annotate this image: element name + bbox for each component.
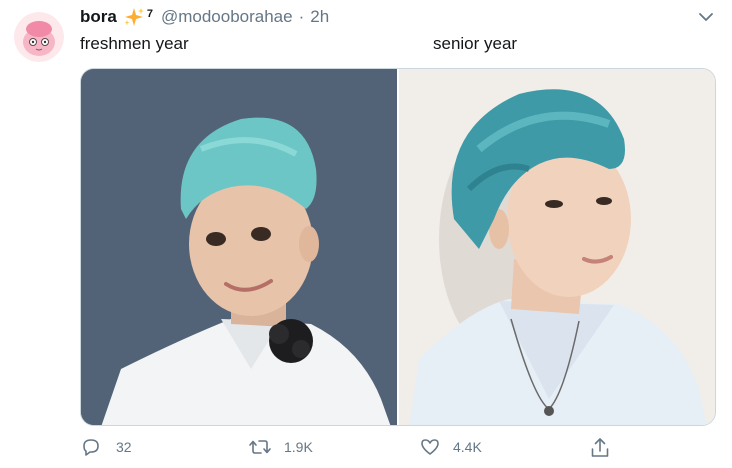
- tweet-header: bora 7 @modooborahae · 2h: [80, 5, 329, 29]
- reply-button[interactable]: 32: [80, 436, 132, 458]
- like-button[interactable]: 4.4K: [419, 436, 482, 458]
- separator-dot: ·: [298, 7, 305, 26]
- avatar-image: [14, 12, 64, 62]
- photo-left[interactable]: [81, 69, 397, 425]
- chevron-down-icon[interactable]: [697, 10, 715, 24]
- tweet-actions: 32 1.9K 4.4K: [0, 432, 732, 468]
- tweet-media[interactable]: [80, 68, 716, 426]
- sparkles-emoji-icon: [123, 7, 145, 27]
- user-handle[interactable]: @modooborahae: [161, 7, 293, 27]
- reply-count: 32: [116, 439, 132, 455]
- share-icon: [591, 438, 609, 457]
- tweet-text-right: senior year: [433, 34, 518, 53]
- photo-left-image: [81, 69, 397, 425]
- reply-icon: [83, 439, 99, 456]
- retweet-count: 1.9K: [284, 439, 313, 455]
- photo-right[interactable]: [399, 69, 715, 425]
- like-icon: [421, 439, 439, 455]
- avatar[interactable]: [14, 12, 64, 62]
- tweet-text-left: freshmen year: [80, 34, 189, 53]
- timestamp[interactable]: 2h: [310, 7, 329, 27]
- like-count: 4.4K: [453, 439, 482, 455]
- photo-right-image: [399, 69, 715, 425]
- retweet-icon: [249, 440, 271, 454]
- display-name[interactable]: bora: [80, 7, 117, 27]
- share-button[interactable]: [589, 436, 611, 460]
- name-badge-number: 7: [146, 8, 153, 20]
- retweet-button[interactable]: 1.9K: [248, 436, 313, 458]
